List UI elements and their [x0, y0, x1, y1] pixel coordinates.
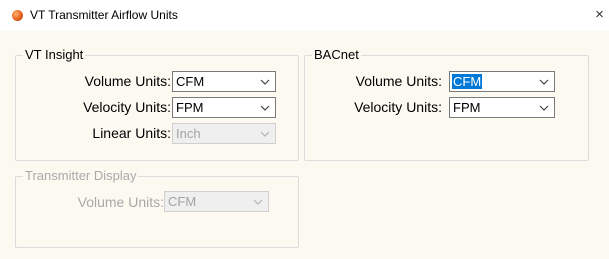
- vt-insight-group: VT Insight Volume Units: CFM Velocity Un…: [15, 47, 299, 161]
- transmitter-display-volume-units-value: CFM: [168, 194, 197, 209]
- transmitter-display-volume-units-select: CFM: [164, 191, 269, 212]
- bacnet-legend: BACnet: [312, 47, 361, 63]
- chevron-down-icon: [258, 75, 272, 89]
- bacnet-volume-units-label: Volume Units:: [355, 73, 442, 89]
- chevron-down-icon: [258, 101, 272, 115]
- bacnet-velocity-units-select[interactable]: FPM: [449, 97, 555, 118]
- chevron-down-icon: [537, 101, 551, 115]
- vt-insight-linear-units-label: Linear Units:: [92, 125, 171, 141]
- vt-insight-velocity-units-label: Velocity Units:: [83, 99, 171, 115]
- vt-insight-volume-units-select[interactable]: CFM: [172, 71, 276, 92]
- window-title: VT Transmitter Airflow Units: [30, 8, 178, 22]
- chevron-down-icon: [258, 127, 272, 141]
- vt-insight-volume-units-label: Volume Units:: [84, 73, 171, 89]
- vt-insight-legend: VT Insight: [23, 47, 86, 63]
- transmitter-display-legend: Transmitter Display: [23, 168, 139, 184]
- bacnet-velocity-units-value: FPM: [453, 100, 481, 115]
- vt-insight-volume-units-value: CFM: [176, 74, 205, 89]
- dialog-client-area: VT Insight Volume Units: CFM Velocity Un…: [0, 31, 609, 259]
- title-bar: VT Transmitter Airflow Units ×: [0, 0, 609, 31]
- transmitter-display-group: Transmitter Display Volume Units: CFM: [15, 168, 299, 248]
- close-button[interactable]: ×: [590, 3, 609, 27]
- bacnet-group: BACnet Volume Units: CFM Velocity Units:…: [304, 47, 589, 161]
- app-orb-icon: [12, 10, 23, 21]
- bacnet-volume-units-value: CFM: [452, 74, 483, 89]
- bacnet-volume-units-select[interactable]: CFM: [449, 71, 555, 92]
- vt-insight-velocity-units-select[interactable]: FPM: [172, 97, 276, 118]
- vt-insight-velocity-units-value: FPM: [176, 100, 204, 115]
- chevron-down-icon: [537, 75, 551, 89]
- chevron-down-icon: [251, 195, 265, 209]
- vt-insight-linear-units-select: Inch: [172, 123, 276, 144]
- bacnet-velocity-units-label: Velocity Units:: [354, 99, 442, 115]
- vt-insight-linear-units-value: Inch: [176, 126, 201, 141]
- transmitter-display-volume-units-label: Volume Units:: [77, 194, 164, 210]
